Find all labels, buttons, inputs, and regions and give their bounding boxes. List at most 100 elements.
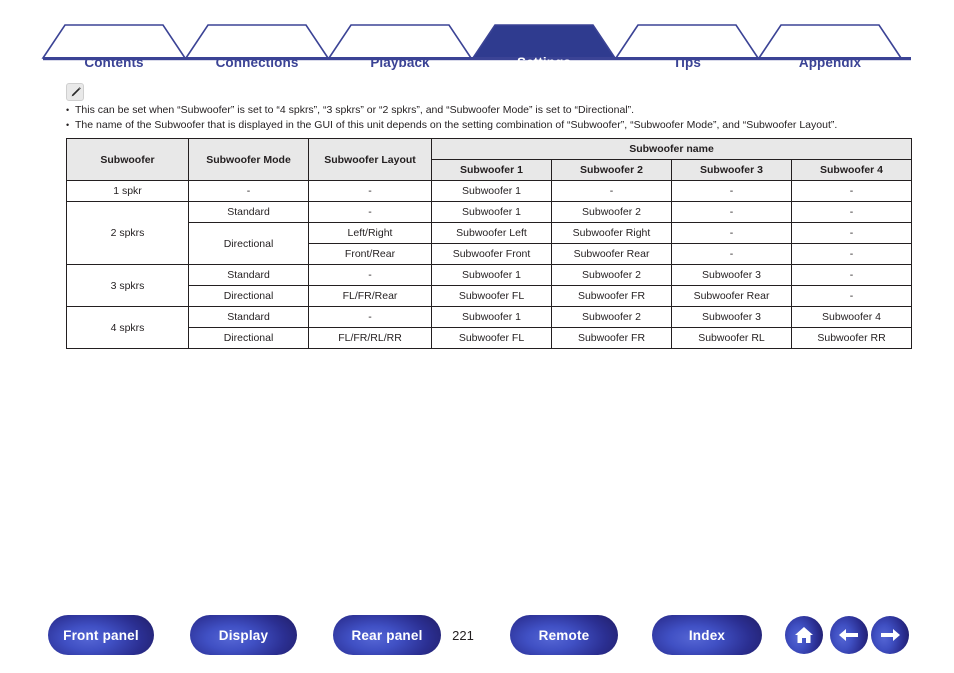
footer-arrow-right-icon[interactable]: [871, 616, 909, 654]
cell-subwoofer-name-2: Subwoofer FR: [551, 327, 672, 349]
cell-subwoofer-name-1: Subwoofer Left: [431, 222, 552, 244]
cell-subwoofer-name-3: -: [671, 222, 792, 244]
cell-subwoofer-name-3: Subwoofer 3: [671, 306, 792, 328]
tab-shape-settings[interactable]: [471, 24, 617, 59]
table-row: Directional FL/FR/RL/RR Subwoofer FL Subwoo…: [67, 327, 913, 349]
tab-shape-appendix[interactable]: [757, 24, 903, 59]
cell-subwoofer-name-3: Subwoofer RL: [671, 327, 792, 349]
tab-shape-contents[interactable]: [41, 24, 187, 59]
table-row: Directional FL/FR/Rear Subwoofer FL Subwoof…: [67, 285, 913, 307]
cell-subwoofer: 2 spkrs: [66, 201, 189, 265]
footer-button-index[interactable]: Index: [652, 615, 762, 655]
cell-subwoofer-mode: -: [188, 180, 309, 202]
cell-subwoofer-name-2: -: [551, 180, 672, 202]
tab-shape-tips[interactable]: [614, 24, 760, 59]
tabbar-underline: [43, 57, 911, 61]
list-item: • The name of the Subwoofer that is disp…: [66, 118, 936, 133]
cell-subwoofer-name-3: -: [671, 201, 792, 223]
cell-subwoofer-mode: Directional: [188, 327, 309, 349]
cell-subwoofer-name-4: -: [790, 264, 913, 286]
cell-subwoofer-mode: Directional: [188, 285, 309, 307]
cell-subwoofer: 1 spkr: [66, 180, 189, 202]
note-bullet-list: • This can be set when “Subwoofer” is se…: [66, 103, 936, 133]
column-header-subwoofer-mode: Subwoofer Mode: [188, 138, 309, 181]
column-header-group-subwoofer-name: Subwoofer name: [430, 138, 913, 160]
tab-connections[interactable]: Connections: [216, 55, 299, 70]
tab-shape-connections[interactable]: [184, 24, 330, 59]
footer-button-front-panel[interactable]: Front panel: [48, 615, 154, 655]
table-header-row-1: Subwoofer Subwoofer Mode Subwoofer Layou…: [66, 138, 913, 181]
cell-subwoofer-name-3: -: [671, 243, 792, 265]
cell-subwoofer-mode: Standard: [188, 201, 309, 223]
cell-subwoofer-name-2: Subwoofer FR: [551, 285, 672, 307]
cell-subwoofer-name-2: Subwoofer 2: [551, 201, 672, 223]
tab-contents[interactable]: Contents: [84, 55, 143, 70]
table-header: Subwoofer Subwoofer Mode Subwoofer Layou…: [66, 138, 913, 181]
pencil-icon: [66, 83, 84, 101]
cell-subwoofer: 3 spkrs: [66, 264, 189, 307]
cell-subwoofer-layout: Front/Rear: [308, 243, 432, 265]
subwoofer-name-table: Subwoofer Subwoofer Mode Subwoofer Layou…: [66, 138, 913, 349]
bullet-text: The name of the Subwoofer that is displa…: [75, 119, 838, 131]
footer-arrow-left-icon[interactable]: [830, 616, 868, 654]
cell-subwoofer-layout: -: [308, 180, 432, 202]
cell-subwoofer-name-4: -: [790, 180, 913, 202]
main-navigation-tabs[interactable]: Contents Connections Playback Settings Tips A…: [0, 22, 954, 70]
footer-button-display[interactable]: Display: [190, 615, 297, 655]
cell-subwoofer: 4 spkrs: [66, 306, 189, 349]
tab-shape-playback[interactable]: [327, 24, 473, 59]
cell-subwoofer-name-4: Subwoofer 4: [790, 306, 913, 328]
cell-subwoofer-name-1: Subwoofer FL: [431, 285, 552, 307]
column-header-subwoofer-4: Subwoofer 4: [790, 159, 913, 181]
cell-subwoofer-layout: Left/Right: [308, 222, 432, 244]
table-row: 1 spkr - - Subwoofer 1---: [66, 180, 913, 202]
subwoofer-name-table-wrapper: Subwoofer Subwoofer Mode Subwoofer Layou…: [66, 138, 913, 349]
footer-button-rear-panel[interactable]: Rear panel: [333, 615, 441, 655]
list-item: • This can be set when “Subwoofer” is se…: [66, 103, 936, 118]
cell-subwoofer-name-2: Subwoofer Right: [551, 222, 672, 244]
tab-tips[interactable]: Tips: [673, 55, 701, 70]
footer-button-remote[interactable]: Remote: [510, 615, 618, 655]
column-header-subwoofer-1: Subwoofer 1: [431, 159, 552, 181]
cell-subwoofer-layout: -: [308, 306, 432, 328]
cell-subwoofer-name-3: -: [671, 180, 792, 202]
cell-subwoofer-mode: Standard: [188, 306, 309, 328]
cell-subwoofer-layout: -: [308, 201, 432, 223]
cell-subwoofer-name-1: Subwoofer Front: [431, 243, 552, 265]
page-number: 221: [452, 628, 474, 643]
column-header-subwoofer-layout: Subwoofer Layout: [308, 138, 432, 181]
cell-subwoofer-name-2: Subwoofer Rear: [551, 243, 672, 265]
table-row: Directional Left/Right Subwoofer Left Subwo…: [67, 222, 913, 265]
column-header-subwoofer: Subwoofer: [66, 138, 189, 181]
cell-subwoofer-name-4: -: [790, 201, 913, 223]
cell-subwoofer-name-4: -: [790, 222, 913, 244]
bullet-text: This can be set when “Subwoofer” is set …: [75, 104, 635, 116]
table-row: 3 spkrs Standard - Subwoofer 1 Subwoofer 2 Su…: [66, 264, 913, 307]
cell-subwoofer-layout: FL/FR/Rear: [308, 285, 432, 307]
cell-subwoofer-name-1: Subwoofer 1: [431, 306, 552, 328]
cell-subwoofer-name-1: Subwoofer FL: [431, 327, 552, 349]
cell-subwoofer-name-4: -: [790, 243, 913, 265]
tab-appendix[interactable]: Appendix: [799, 55, 861, 70]
cell-subwoofer-mode: Standard: [188, 264, 309, 286]
footer-navigation[interactable]: Front panel Display Rear panel Remote Index …: [0, 615, 954, 663]
tab-playback[interactable]: Playback: [370, 55, 429, 70]
footer-home-icon[interactable]: [785, 616, 823, 654]
cell-subwoofer-name-4: -: [790, 285, 913, 307]
column-header-subwoofer-3: Subwoofer 3: [671, 159, 792, 181]
bullet-glyph: •: [66, 120, 70, 130]
cell-subwoofer-name-2: Subwoofer 2: [551, 264, 672, 286]
bullet-glyph: •: [66, 105, 70, 115]
table-row: 4 spkrs Standard - Subwoofer 1 Subwoofer 2 Su…: [66, 306, 913, 349]
cell-subwoofer-mode: Directional: [188, 222, 309, 265]
table-body: 1 spkr - - Subwoofer 1---2 spkrs Standard - Su…: [66, 180, 913, 349]
cell-subwoofer-layout: -: [308, 264, 432, 286]
table-row: 2 spkrs Standard - Subwoofer 1 Subwoofer 2--: [66, 201, 913, 265]
cell-subwoofer-name-4: Subwoofer RR: [790, 327, 913, 349]
cell-subwoofer-layout: FL/FR/RL/RR: [308, 327, 432, 349]
cell-subwoofer-name-1: Subwoofer 1: [431, 264, 552, 286]
cell-subwoofer-name-3: Subwoofer 3: [671, 264, 792, 286]
cell-subwoofer-name-1: Subwoofer 1: [431, 180, 552, 202]
tab-settings[interactable]: Settings: [517, 55, 571, 70]
cell-subwoofer-name-1: Subwoofer 1: [431, 201, 552, 223]
